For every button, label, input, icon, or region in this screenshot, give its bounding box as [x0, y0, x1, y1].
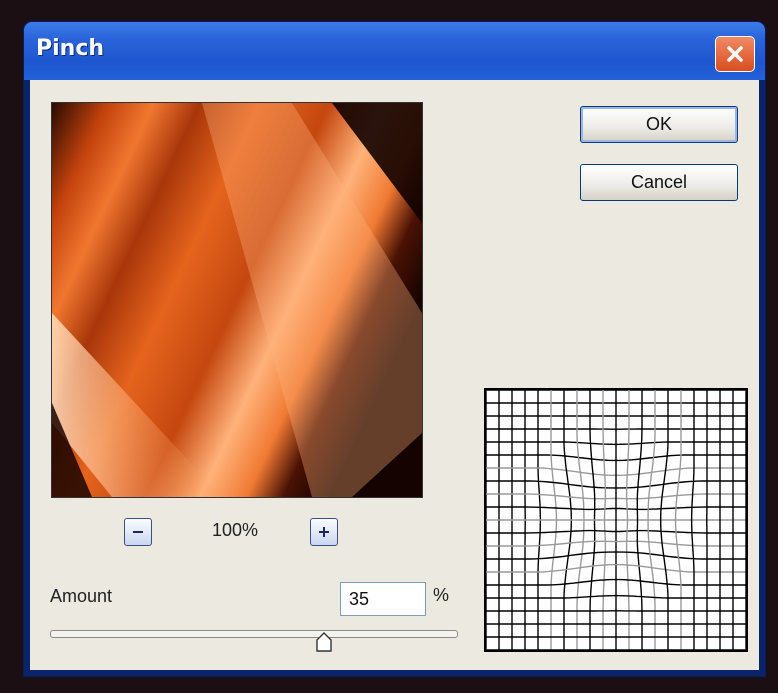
preview-image[interactable]: [51, 102, 423, 498]
plus-icon: [319, 527, 329, 537]
zoom-out-button[interactable]: [124, 518, 152, 546]
ok-button[interactable]: OK: [580, 106, 738, 143]
dialog-body: 100% OK Cancel Amount %: [30, 80, 759, 670]
amount-field[interactable]: [340, 582, 426, 616]
window-title: Pinch: [36, 36, 105, 61]
distortion-grid-preview: [484, 388, 748, 652]
close-button[interactable]: [715, 36, 755, 72]
close-icon: [727, 46, 743, 62]
zoom-level: 100%: [211, 520, 259, 540]
cancel-button[interactable]: Cancel: [580, 164, 738, 201]
amount-slider-track[interactable]: [50, 630, 458, 638]
title-bar[interactable]: Pinch: [24, 22, 765, 80]
amount-slider-thumb[interactable]: [315, 632, 333, 652]
zoom-controls: 100%: [30, 518, 442, 546]
percent-label: %: [433, 585, 450, 605]
amount-label: Amount: [50, 586, 113, 606]
zoom-in-button[interactable]: [310, 518, 338, 546]
pinch-dialog: Pinch 100% OK Cancel Amount 35 %: [24, 22, 765, 676]
minus-icon: [133, 531, 143, 533]
